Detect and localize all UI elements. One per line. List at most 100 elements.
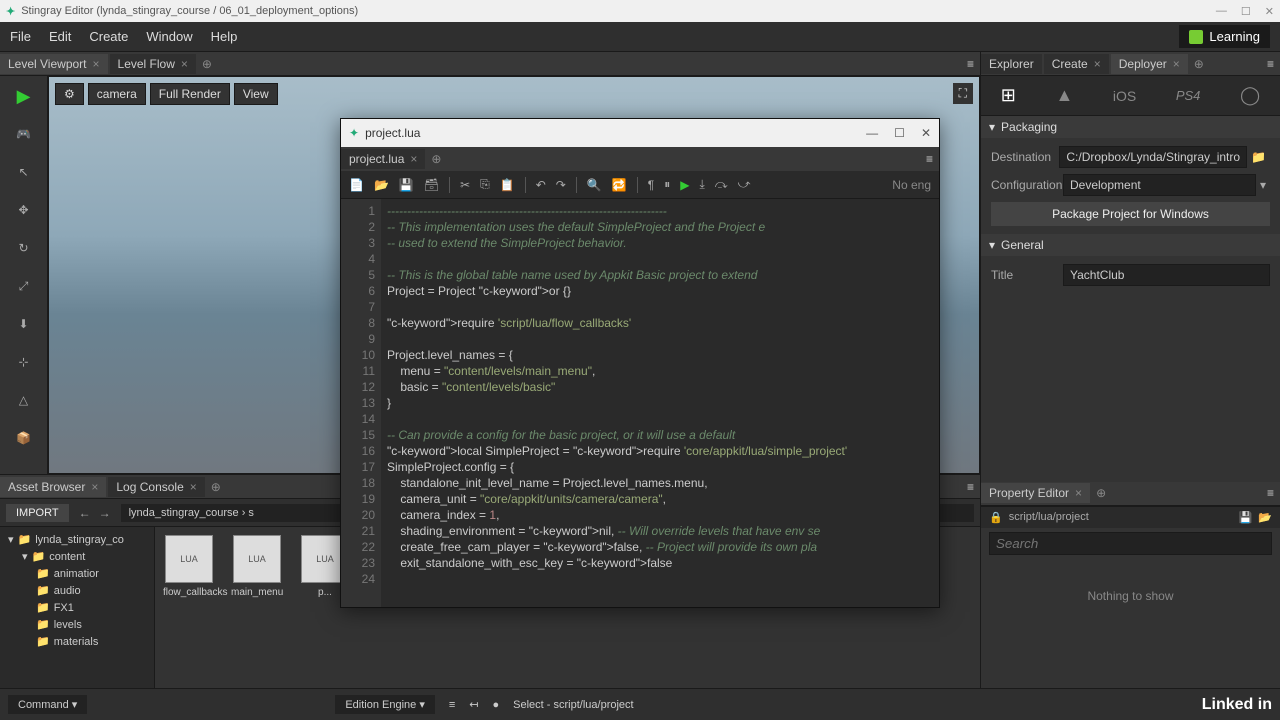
property-search-input[interactable] (989, 532, 1272, 555)
tree-item[interactable]: 📁FX1 (4, 599, 150, 616)
scale-tool[interactable]: ⤢ (9, 272, 39, 300)
panel-menu-icon[interactable]: ≡ (926, 152, 933, 166)
tab-explorer[interactable]: Explorer (981, 54, 1042, 74)
save-icon[interactable]: 💾 (1239, 511, 1253, 524)
import-button[interactable]: IMPORT (6, 504, 69, 522)
platform-xbox-icon[interactable]: ◯ (1240, 85, 1260, 106)
select-tool[interactable]: ↖ (9, 158, 39, 186)
window-close-icon[interactable]: ✕ (921, 126, 931, 140)
tab-log-console[interactable]: Log Console× (108, 477, 204, 497)
menu-file[interactable]: File (10, 29, 31, 44)
panel-menu-icon[interactable]: ≡ (1267, 486, 1274, 500)
window-maximize-icon[interactable]: ☐ (1241, 5, 1251, 18)
new-file-icon[interactable]: 📄 (349, 178, 364, 192)
tab-asset-browser[interactable]: Asset Browser× (0, 477, 106, 497)
tree-item[interactable]: 📁animatior (4, 565, 150, 582)
tree-root[interactable]: ▾📁lynda_stingray_co (4, 531, 150, 548)
code-body[interactable]: ----------------------------------------… (381, 199, 939, 607)
tab-create[interactable]: Create× (1044, 54, 1109, 74)
run-icon[interactable]: ▶ (680, 178, 689, 192)
add-tab-icon[interactable]: ⊕ (202, 57, 212, 71)
platform-windows-icon[interactable]: ⊞ (1001, 85, 1016, 106)
asset-item[interactable]: LUAflow_callbacks (163, 535, 215, 598)
measure-tool[interactable]: △ (9, 386, 39, 414)
maximize-viewport-icon[interactable]: ⛶ (953, 83, 973, 104)
lock-icon[interactable]: 🔒 (989, 511, 1003, 524)
open-file-icon[interactable]: 📂 (374, 178, 389, 192)
menu-window[interactable]: Window (146, 29, 192, 44)
editor-file-tab[interactable]: project.lua× (341, 149, 425, 169)
nav-back-icon[interactable]: ← (79, 506, 91, 520)
status-arrow-icon[interactable]: ↤ (469, 698, 478, 711)
edition-engine-dropdown[interactable]: Edition Engine ▾ (335, 695, 435, 714)
step-icon[interactable]: ⤓ (699, 177, 704, 192)
add-tab-icon[interactable]: ⊕ (1096, 486, 1106, 500)
add-tab-icon[interactable]: ⊕ (211, 480, 221, 494)
add-tab-icon[interactable]: ⊕ (431, 152, 441, 166)
status-hamburger-icon[interactable]: ≡ (449, 699, 455, 711)
tree-item[interactable]: 📁levels (4, 616, 150, 633)
viewport-settings-icon[interactable]: ⚙ (55, 83, 84, 105)
place-tool[interactable]: ⬇ (9, 310, 39, 338)
platform-ps4-icon[interactable]: PS4 (1176, 88, 1201, 103)
close-icon[interactable]: × (93, 57, 100, 71)
save-icon[interactable]: 💾 (399, 178, 414, 192)
cut-icon[interactable]: ✂ (460, 178, 470, 192)
menu-create[interactable]: Create (89, 29, 128, 44)
close-icon[interactable]: × (1075, 486, 1082, 500)
view-dropdown[interactable]: View (234, 83, 278, 105)
window-minimize-icon[interactable]: — (866, 126, 878, 140)
configuration-dropdown[interactable]: Development (1063, 174, 1256, 196)
tree-content[interactable]: ▾📁content (4, 548, 150, 565)
copy-icon[interactable]: ⎘ (480, 177, 490, 192)
platform-ios-icon[interactable]: iOS (1113, 88, 1136, 104)
tab-deployer[interactable]: Deployer× (1111, 54, 1188, 74)
tree-item[interactable]: 📁audio (4, 582, 150, 599)
chevron-down-icon[interactable]: ▾ (1256, 178, 1270, 192)
snap-tool[interactable]: ⊹ (9, 348, 39, 376)
close-icon[interactable]: × (410, 152, 417, 166)
menu-help[interactable]: Help (211, 29, 238, 44)
pause-icon[interactable]: ⏸ (664, 177, 670, 192)
rotate-tool[interactable]: ↻ (9, 234, 39, 262)
whitespace-icon[interactable]: ¶ (648, 178, 654, 192)
nav-forward-icon[interactable]: → (99, 506, 111, 520)
panel-menu-icon[interactable]: ≡ (967, 480, 974, 494)
step-over-icon[interactable]: ⤼ (715, 177, 728, 192)
close-icon[interactable]: × (1173, 57, 1180, 71)
panel-menu-icon[interactable]: ≡ (1267, 57, 1274, 71)
package-project-button[interactable]: Package Project for Windows (991, 202, 1270, 226)
camera-dropdown[interactable]: camera (88, 83, 146, 105)
package-tool[interactable]: 📦 (9, 424, 39, 452)
title-field[interactable]: YachtClub (1063, 264, 1270, 286)
move-tool[interactable]: ✥ (9, 196, 39, 224)
tab-level-flow[interactable]: Level Flow× (110, 54, 196, 74)
packaging-header[interactable]: ▾Packaging (981, 116, 1280, 138)
browse-icon[interactable]: 📁 (1247, 150, 1270, 164)
add-tab-icon[interactable]: ⊕ (1194, 57, 1204, 71)
step-out-icon[interactable]: ⤻ (738, 177, 751, 192)
learning-button[interactable]: Learning (1179, 25, 1270, 48)
open-folder-icon[interactable]: 📂 (1258, 511, 1272, 524)
platform-android-icon[interactable]: ▲ (1055, 85, 1073, 106)
general-header[interactable]: ▾General (981, 234, 1280, 256)
redo-icon[interactable]: ↷ (556, 178, 566, 192)
render-mode-dropdown[interactable]: Full Render (150, 83, 230, 105)
play-button[interactable]: ▶ (9, 82, 39, 110)
asset-item[interactable]: LUAmain_menu (231, 535, 283, 598)
menu-edit[interactable]: Edit (49, 29, 71, 44)
tree-item[interactable]: 📁materials (4, 633, 150, 650)
window-maximize-icon[interactable]: ☐ (894, 126, 905, 140)
code-area[interactable]: 123456789101112131415161718192021222324 … (341, 199, 939, 607)
gamepad-icon[interactable]: 🎮 (9, 120, 39, 148)
destination-field[interactable]: C:/Dropbox/Lynda/Stingray_intro (1059, 146, 1247, 168)
tab-property-editor[interactable]: Property Editor× (981, 483, 1090, 503)
tab-level-viewport[interactable]: Level Viewport× (0, 54, 108, 74)
close-icon[interactable]: × (190, 480, 197, 494)
search-icon[interactable]: 🔍 (587, 178, 602, 192)
editor-titlebar[interactable]: ✦ project.lua — ☐ ✕ (341, 119, 939, 147)
command-dropdown[interactable]: Command ▾ (8, 695, 87, 714)
window-minimize-icon[interactable]: — (1216, 5, 1227, 18)
save-all-icon[interactable]: 🗃 (424, 178, 439, 192)
window-close-icon[interactable]: ✕ (1265, 5, 1274, 18)
